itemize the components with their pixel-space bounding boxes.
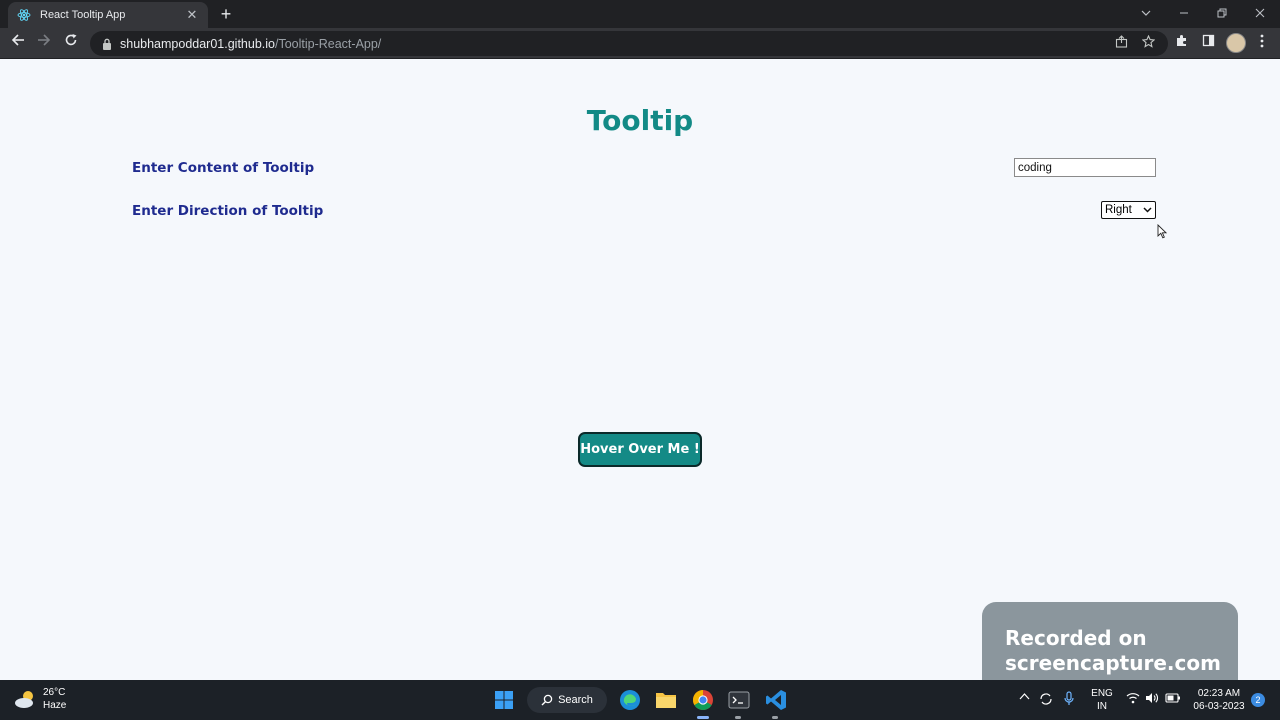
terminal-running-indicator xyxy=(735,716,741,719)
tooltip-content-input[interactable] xyxy=(1014,158,1156,177)
restore-icon[interactable] xyxy=(1212,4,1232,24)
direction-label: Enter Direction of Tooltip xyxy=(132,203,324,219)
chrome-icon[interactable] xyxy=(690,687,716,713)
search-label: Search xyxy=(558,694,593,706)
watermark-line2: screencapture.com xyxy=(1005,651,1221,675)
menu-dots-icon[interactable] xyxy=(1253,34,1271,52)
watermark-line1: Recorded on xyxy=(1005,626,1147,650)
new-tab-button[interactable]: + xyxy=(216,4,236,24)
browser-tab[interactable]: React Tooltip App ✕ xyxy=(8,2,208,28)
tab-close-icon[interactable]: ✕ xyxy=(184,7,200,23)
language-line2: IN xyxy=(1097,701,1107,712)
reload-icon[interactable] xyxy=(61,33,81,53)
react-icon xyxy=(16,7,32,23)
weather-temp: 26°C xyxy=(43,687,66,698)
profile-avatar[interactable] xyxy=(1226,33,1246,53)
mouse-cursor-icon xyxy=(1157,224,1167,239)
wifi-icon[interactable] xyxy=(1126,692,1140,707)
clock-date: 06-03-2023 xyxy=(1193,701,1245,712)
clock-time: 02:23 AM xyxy=(1197,688,1241,699)
chevron-down-icon xyxy=(1143,207,1152,213)
tab-title: React Tooltip App xyxy=(40,9,126,21)
lock-icon xyxy=(103,38,111,50)
hover-over-me-button[interactable]: Hover Over Me ! xyxy=(578,432,702,467)
search-icon xyxy=(541,694,553,706)
address-bar[interactable]: shubhampoddar01.github.io/Tooltip-React-… xyxy=(90,31,1168,56)
volume-icon[interactable] xyxy=(1145,692,1159,707)
clock[interactable]: 02:23 AM 06-03-2023 xyxy=(1188,687,1250,713)
browser-titlebar: React Tooltip App ✕ + xyxy=(0,0,1280,28)
windows-start-icon[interactable] xyxy=(491,687,517,713)
edge-browser-icon[interactable] xyxy=(617,687,643,713)
language-line1: ENG xyxy=(1091,688,1113,699)
windows-taskbar: 26°C Haze Search ENG IN 02:23 AM 06-03-2… xyxy=(0,680,1280,720)
url-domain: shubhampoddar01.github.io xyxy=(120,36,275,51)
url-path: /Tooltip-React-App/ xyxy=(274,36,382,51)
share-icon[interactable] xyxy=(1112,35,1130,53)
tooltip-direction-select[interactable]: Right xyxy=(1101,201,1156,219)
sync-icon[interactable] xyxy=(1039,692,1053,709)
taskbar-search-button[interactable]: Search xyxy=(527,687,607,713)
direction-selected-value: Right xyxy=(1105,204,1132,216)
terminal-icon[interactable] xyxy=(726,687,752,713)
microphone-icon[interactable] xyxy=(1064,691,1074,709)
vscode-icon[interactable] xyxy=(763,687,789,713)
back-arrow-icon[interactable] xyxy=(8,33,28,53)
battery-icon[interactable] xyxy=(1165,693,1181,706)
weather-desc: Haze xyxy=(43,700,67,711)
vscode-running-indicator xyxy=(772,716,778,719)
forward-arrow-icon[interactable] xyxy=(34,33,54,53)
weather-cloud-icon xyxy=(15,691,33,708)
page-title: Tooltip xyxy=(586,104,694,137)
close-window-icon[interactable] xyxy=(1250,4,1270,24)
bookmark-star-icon[interactable] xyxy=(1139,34,1157,53)
notification-badge[interactable]: 2 xyxy=(1251,693,1265,707)
browser-toolbar: shubhampoddar01.github.io/Tooltip-React-… xyxy=(0,28,1280,59)
content-label: Enter Content of Tooltip xyxy=(132,160,315,176)
chrome-active-indicator xyxy=(697,716,709,719)
tab-search-icon[interactable] xyxy=(1136,4,1156,24)
weather-widget[interactable]: 26°C Haze xyxy=(14,686,66,712)
side-panel-icon[interactable] xyxy=(1199,34,1217,52)
tray-overflow-chevron-icon[interactable] xyxy=(1019,692,1030,703)
language-indicator[interactable]: ENG IN xyxy=(1088,687,1116,713)
file-explorer-icon[interactable] xyxy=(653,687,679,713)
extensions-puzzle-icon[interactable] xyxy=(1172,34,1190,52)
minimize-icon[interactable] xyxy=(1174,4,1194,24)
page-content: Tooltip Enter Content of Tooltip Enter D… xyxy=(0,60,1280,694)
